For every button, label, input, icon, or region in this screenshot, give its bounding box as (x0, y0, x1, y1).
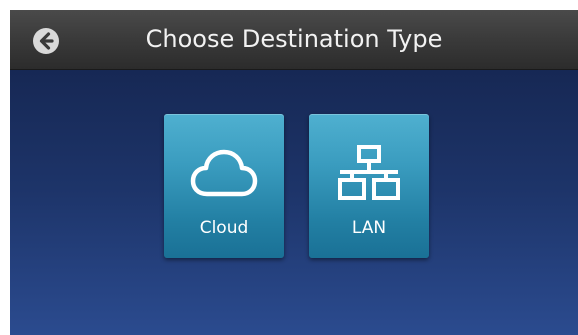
cloud-icon (164, 142, 284, 206)
header-bar: Choose Destination Type (10, 10, 578, 70)
screen: Choose Destination Type Cloud LAN (10, 10, 578, 335)
back-arrow-circle-icon (33, 28, 59, 54)
network-icon (309, 142, 429, 206)
cloud-option-label: Cloud (199, 218, 249, 238)
lan-option-label: LAN (351, 218, 387, 238)
page-title: Choose Destination Type (145, 25, 443, 53)
back-button[interactable] (32, 27, 60, 55)
cloud-option-button[interactable]: Cloud (164, 114, 284, 258)
lan-option-button[interactable]: LAN (309, 114, 429, 258)
